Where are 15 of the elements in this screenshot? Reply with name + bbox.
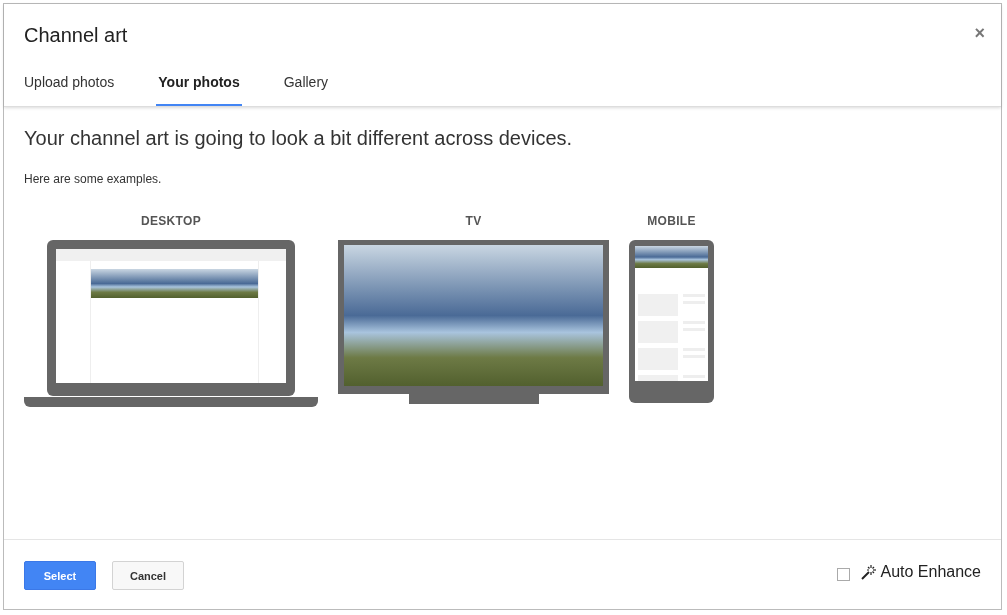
tab[interactable]: Upload photos [24,62,115,106]
dialog-title: Channel art [24,23,128,47]
checkbox[interactable] [837,568,851,581]
device-label: DESKTOP [141,214,201,228]
select-button[interactable]: Select [24,561,96,590]
subtext: Here are some examples. [24,172,163,186]
tab[interactable]: Gallery [283,62,329,106]
magic-wand-icon [860,563,877,580]
device-label: MOBILE [647,214,696,228]
heading-text: Your channel art is going to look a bit different across devices. [24,127,574,150]
close-button[interactable]: × [970,22,989,44]
device-label: TV [465,214,482,228]
auto-enhance-label: Auto Enhance [880,562,981,581]
tab[interactable]: Your photos [156,62,242,106]
cancel-button[interactable]: Cancel [112,561,184,590]
